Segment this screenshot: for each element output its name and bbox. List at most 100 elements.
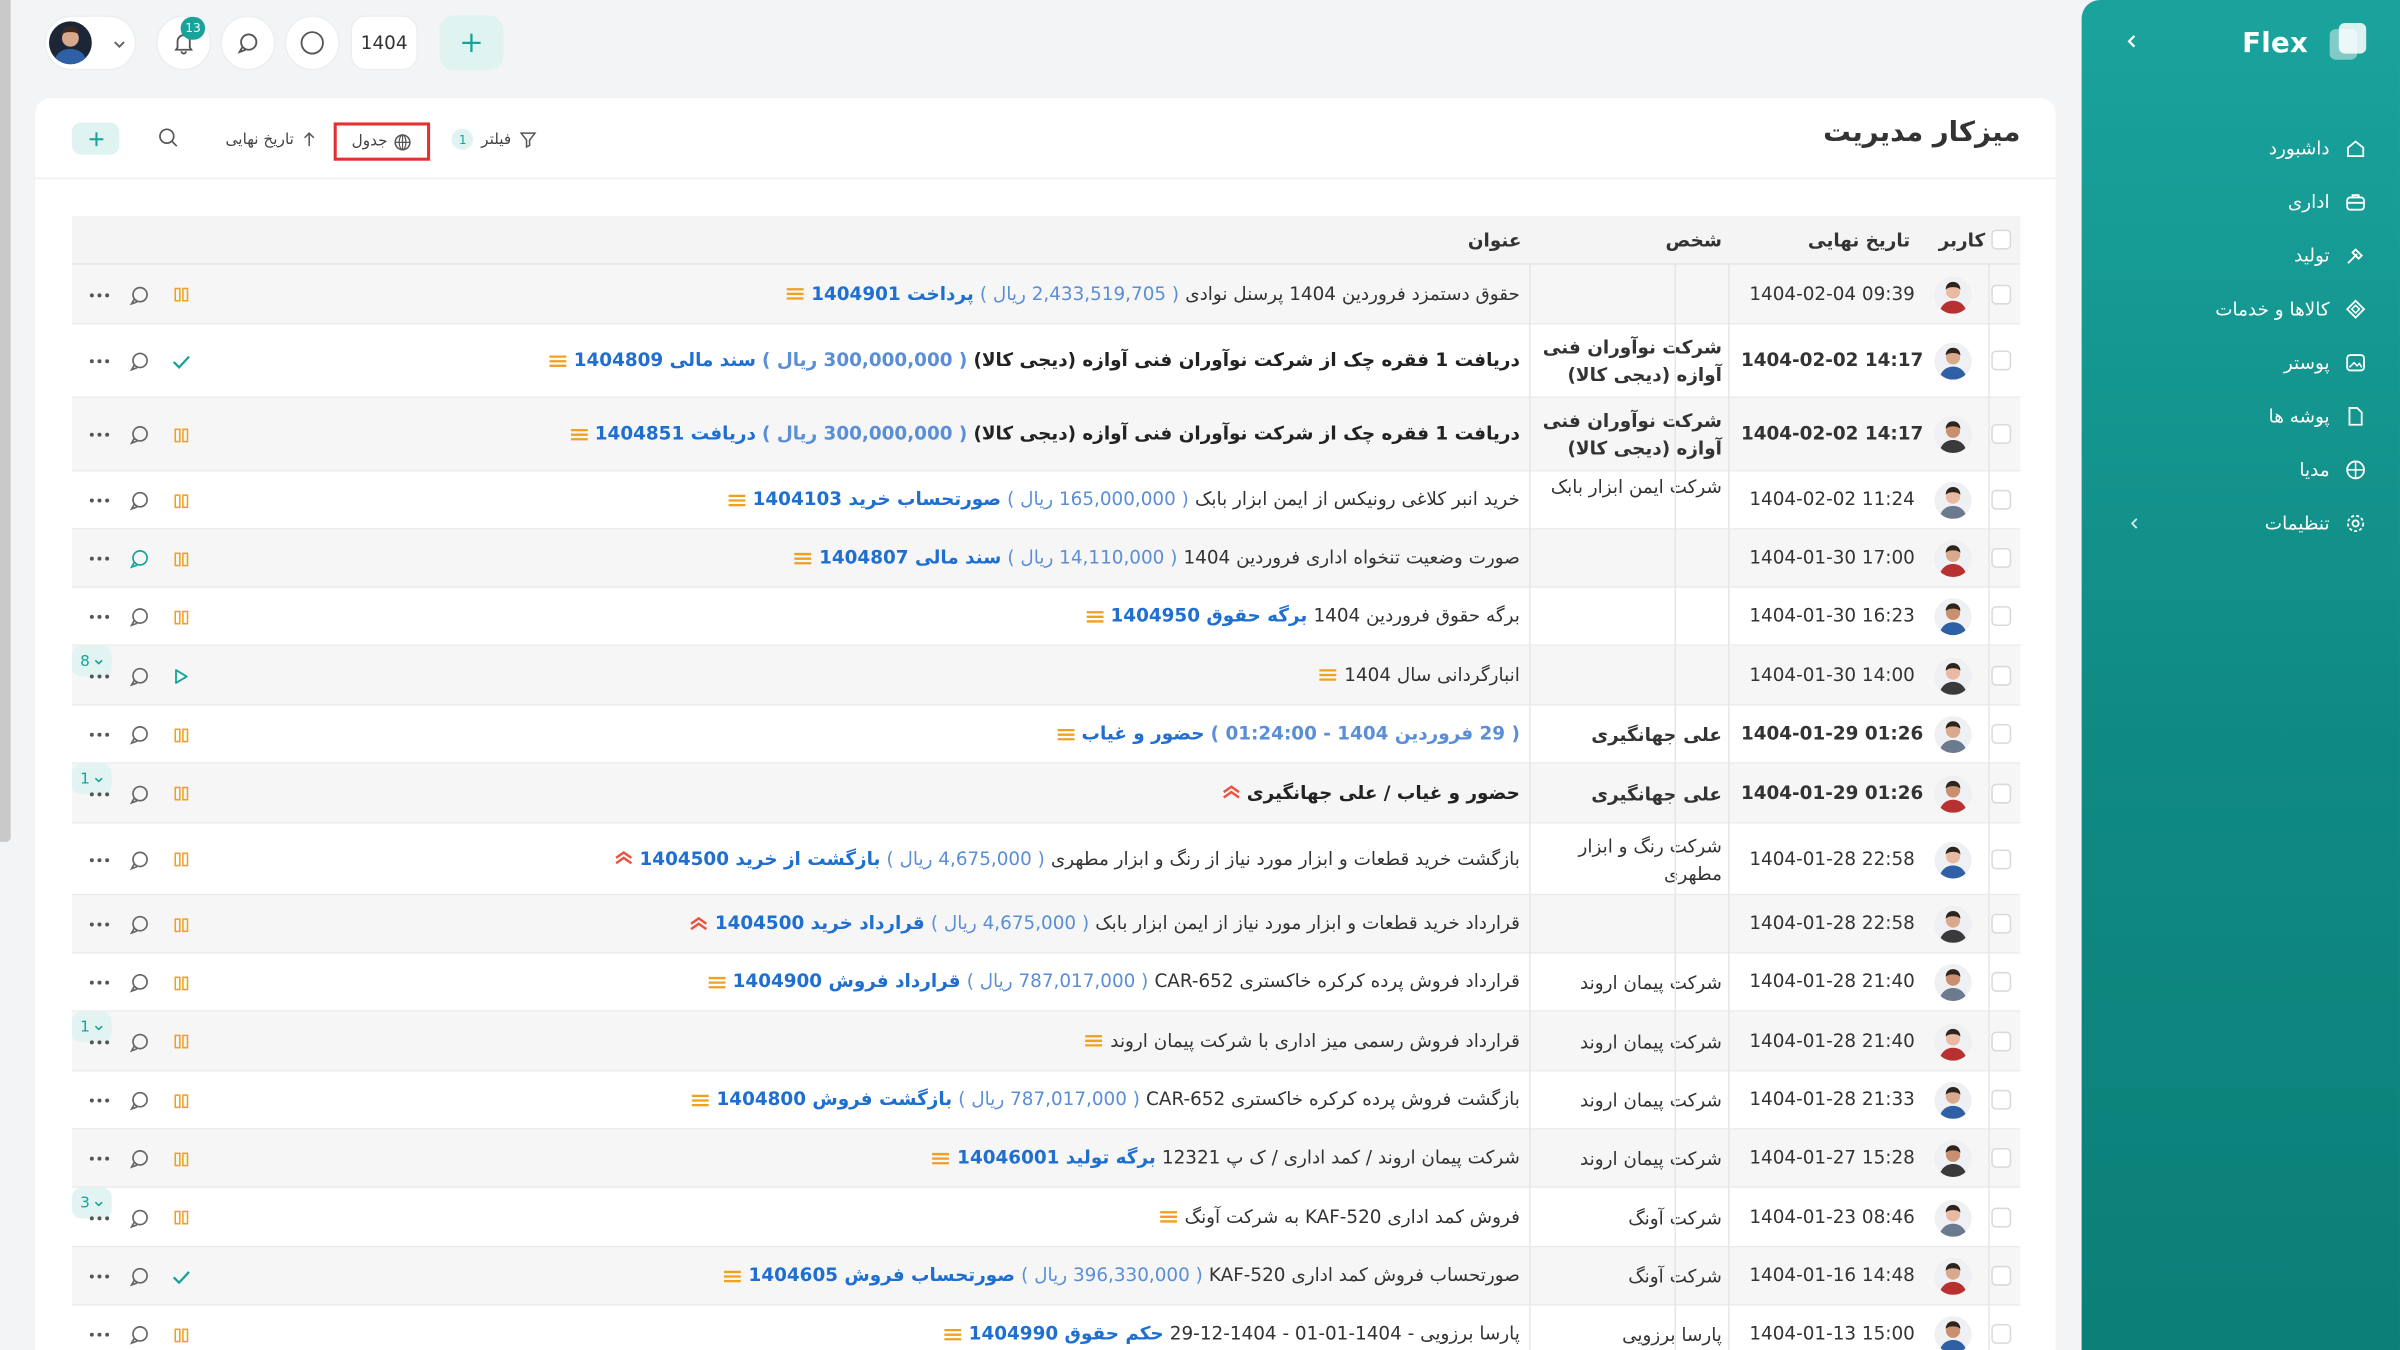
table-row[interactable]: 1404-01-13 15:00 پارسا برزویی حکم حقوق 140… [72, 1305, 2020, 1350]
document-link[interactable]: قرارداد فروش 1404900 [733, 970, 961, 991]
row-checkbox[interactable] [1991, 1265, 2012, 1286]
status-pause-button[interactable] [168, 1205, 192, 1229]
document-link[interactable]: سند مالی 1404807 [819, 546, 1001, 567]
comments-button[interactable] [127, 1205, 151, 1229]
document-link[interactable]: برگه حقوق 1404950 [1111, 605, 1308, 626]
title-cell[interactable]: حضور و غیاب / علی جهانگیری [1221, 781, 1520, 803]
column-title[interactable]: عنوان [1468, 216, 1522, 265]
comments-button[interactable] [127, 912, 151, 936]
comments-button[interactable] [127, 488, 151, 512]
more-actions-button[interactable] [86, 351, 114, 372]
status-pause-button[interactable] [168, 422, 192, 446]
more-actions-button[interactable] [86, 724, 114, 745]
more-actions-button[interactable] [86, 490, 114, 511]
comments-button[interactable] [127, 664, 151, 688]
status-pause-button[interactable] [168, 781, 192, 805]
row-checkbox[interactable] [1991, 423, 2012, 444]
page-scrollbar[interactable] [0, 0, 11, 842]
comments-button[interactable] [127, 722, 151, 746]
row-checkbox[interactable] [1991, 1206, 2012, 1227]
more-actions-button[interactable] [86, 972, 114, 993]
row-checkbox[interactable] [1991, 848, 2012, 869]
comments-button[interactable] [127, 422, 151, 446]
title-cell[interactable]: حکم حقوق 1404990 پارسا برزویی - 1404-01-0… [943, 1322, 1520, 1344]
row-checkbox[interactable] [1991, 283, 2012, 304]
document-link[interactable]: حکم حقوق 1404990 [969, 1322, 1164, 1343]
comments-button[interactable] [127, 282, 151, 306]
document-link[interactable]: بازگشت از خرید 1404500 [640, 847, 881, 868]
sidebar-item-dashboard[interactable]: داشبورد [2269, 132, 2367, 166]
status-pause-button[interactable] [168, 1322, 192, 1346]
title-cell[interactable]: صورتحساب فروش 1404605 ( 396,330,000 ریال … [723, 1264, 1520, 1286]
user-menu[interactable] [44, 15, 137, 71]
row-checkbox[interactable] [1991, 547, 2012, 568]
sidebar-item-office[interactable]: اداری [2288, 185, 2366, 219]
year-selector[interactable]: 1404 [350, 15, 418, 71]
more-actions-button[interactable] [86, 849, 114, 870]
title-cell[interactable]: قرارداد فروش 1404900( 787,017,000 ریال )… [707, 970, 1520, 992]
title-cell[interactable]: سند مالی 1404807 ( 14,110,000 ریال ) صورت … [793, 546, 1520, 568]
status-pause-button[interactable] [168, 546, 192, 570]
add-row-button[interactable] [71, 122, 120, 155]
status-pause-button[interactable] [168, 1088, 192, 1112]
comments-button[interactable] [127, 1088, 151, 1112]
sidebar-item-media[interactable]: مدیا [2299, 453, 2366, 487]
row-checkbox[interactable] [1991, 1323, 2012, 1344]
status-pause-button[interactable] [168, 912, 192, 936]
title-cell[interactable]: بازگشت فروش 1404800( 787,017,000 ریال ) ب… [690, 1088, 1520, 1110]
row-checkbox[interactable] [1991, 606, 2012, 627]
sidebar-item-folders[interactable]: پوشه ها [2269, 399, 2367, 433]
table-row[interactable]: 1404-02-02 14:17 شرکت نوآوران فنی آوازه (… [71, 397, 2021, 472]
comments-button[interactable] [127, 1029, 151, 1053]
sidebar-item-products[interactable]: کالاها و خدمات [2215, 292, 2366, 326]
table-search-button[interactable] [158, 127, 179, 148]
row-checkbox[interactable] [1991, 782, 2012, 803]
table-row[interactable]: 1404-01-28 21:33 شرکت پیمان اروند بازگشت ف… [71, 1071, 2021, 1130]
title-cell[interactable]: قرارداد فروش رسمی میز اداری با شرکت پیما… [1084, 1029, 1520, 1051]
comments-button[interactable] [127, 546, 151, 570]
comments-button[interactable] [127, 1264, 151, 1288]
table-row[interactable]: 1404-01-28 22:58 شرکت رنگ و ابزار مطهری با… [71, 823, 2021, 896]
more-actions-button[interactable] [86, 1266, 114, 1287]
status-pause-button[interactable] [168, 605, 192, 629]
messages-button[interactable] [220, 15, 276, 71]
comments-button[interactable] [127, 349, 151, 373]
row-checkbox[interactable] [1991, 1030, 2012, 1051]
more-actions-button[interactable] [86, 424, 114, 445]
table-view-button[interactable]: جدول [333, 122, 431, 161]
more-actions-button[interactable] [86, 665, 114, 686]
title-cell[interactable]: حضور و غیاب( 29 فروردین 1404 - 01:24:00 … [1055, 722, 1520, 744]
more-actions-button[interactable] [86, 548, 114, 569]
table-row[interactable]: 1404-01-28 21:40 شرکت پیمان اروند قرارداد … [71, 1011, 2021, 1072]
sidebar-item-poster[interactable]: پوستر [2284, 346, 2366, 380]
status-done-button[interactable] [168, 349, 192, 373]
title-cell[interactable]: برگه حقوق 1404950 برگه حقوق فروردین 1404 [1085, 605, 1520, 626]
more-actions-button[interactable] [86, 606, 114, 627]
row-checkbox[interactable] [1991, 723, 2012, 744]
table-row[interactable]: 1404-01-28 22:58 قرارداد خرید 1404500( 4,… [71, 895, 2021, 954]
sidebar-item-settings[interactable]: تنظیمات [2265, 507, 2367, 541]
select-all-checkbox[interactable] [1991, 229, 2012, 250]
comments-button[interactable] [127, 605, 151, 629]
status-pause-button[interactable] [168, 970, 192, 994]
title-cell[interactable]: برگه تولید 14046001 شرکت پیمان اروند / کم… [931, 1146, 1520, 1168]
document-link[interactable]: حضور و غیاب [1082, 722, 1205, 743]
more-actions-button[interactable] [86, 1090, 114, 1111]
row-checkbox[interactable] [1991, 350, 2012, 371]
table-row[interactable]: 1404-02-04 09:39 پرداخت 1404901( 2,433,51… [71, 264, 2021, 325]
status-pause-button[interactable] [168, 1029, 192, 1053]
row-checkbox[interactable] [1991, 489, 2012, 510]
more-actions-button[interactable] [86, 914, 114, 935]
status-pause-button[interactable] [168, 722, 192, 746]
status-pause-button[interactable] [168, 847, 192, 871]
title-cell[interactable]: بازگشت از خرید 1404500( 4,675,000 ریال )… [614, 847, 1520, 869]
table-row[interactable]: 1404-01-30 17:00 سند مالی 1404807 ( 14,110… [71, 529, 2021, 588]
table-row[interactable]: 1404-01-30 16:23 برگه حقوق 1404950 برگه حق… [71, 587, 2021, 646]
document-link[interactable]: صورتحساب خرید 1404103 [753, 488, 1001, 509]
comments-button[interactable] [127, 1146, 151, 1170]
add-new-button[interactable] [439, 15, 504, 71]
title-cell[interactable]: فروش کمد اداری KAF-520 به شرکت آونگ [1159, 1205, 1520, 1227]
title-cell[interactable]: پرداخت 1404901( 2,433,519,705 ریال ) حقوق… [785, 282, 1520, 304]
document-link[interactable]: پرداخت 1404901 [811, 282, 974, 303]
document-link[interactable]: قرارداد خرید 1404500 [715, 912, 925, 933]
